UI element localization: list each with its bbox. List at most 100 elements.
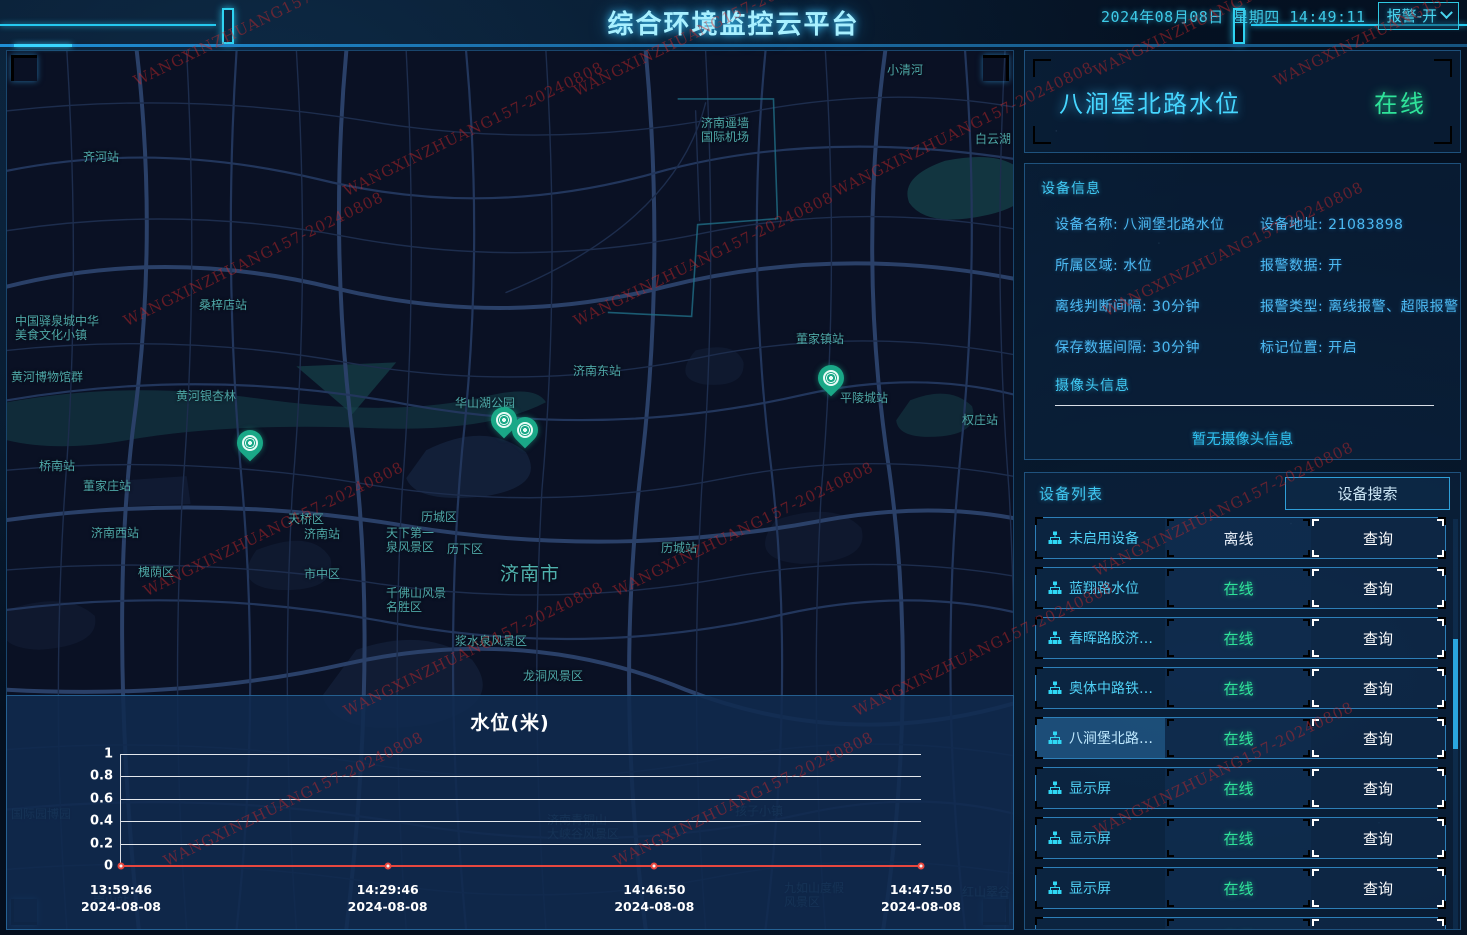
device-list-row[interactable]: 显示屏在线查询 — [1035, 767, 1446, 809]
map-device-marker[interactable] — [512, 417, 538, 451]
map-label: 历下区 — [447, 542, 483, 556]
row-corner-tl — [1035, 867, 1043, 875]
sitemap-icon — [1048, 531, 1062, 545]
device-list-row[interactable]: 春晖路胶济… 在线 查询 — [1035, 617, 1446, 659]
device-info-field: 报警数据: 开 — [1260, 255, 1459, 275]
device-row-name-cell[interactable]: 八涧堡北路… — [1036, 718, 1165, 758]
row-corner-bl — [1035, 801, 1043, 809]
device-list-title: 设备列表 — [1039, 483, 1103, 504]
selected-device-header: 八涧堡北路水位 在线 — [1024, 50, 1461, 153]
device-row-name-label: 显示屏 — [1069, 928, 1111, 930]
device-row-name-cell[interactable]: 显示屏 — [1036, 918, 1165, 930]
device-search-button[interactable]: 设备搜索 — [1285, 477, 1450, 510]
status-corner-tr — [1303, 569, 1310, 576]
device-row-name-cell[interactable]: 奥体中路铁… — [1036, 668, 1165, 708]
device-info-grid: 设备名称: 八涧堡北路水位设备地址: 21083898所属区域: 水位报警数据:… — [1041, 214, 1444, 357]
sensor-target-icon — [496, 412, 512, 428]
map-label: 济南市 — [500, 563, 560, 586]
device-row-query-button[interactable]: 查询 — [1311, 768, 1445, 808]
row-corner-br — [1438, 601, 1446, 609]
scrollbar-thumb[interactable] — [1453, 639, 1458, 749]
device-row-name-cell[interactable]: 春晖路胶济… — [1036, 618, 1165, 658]
device-list-row[interactable]: 显示屏在线查询 — [1035, 917, 1446, 930]
device-row-status-cell: 在线 — [1165, 618, 1311, 658]
device-row-query-button[interactable]: 查询 — [1311, 818, 1445, 858]
device-list-row[interactable]: 显示屏在线查询 — [1035, 867, 1446, 909]
status-badge: 在线 — [1223, 628, 1253, 649]
status-corner-tl — [1167, 569, 1174, 576]
sitemap-icon — [1048, 831, 1062, 845]
status-corner-tr — [1303, 519, 1310, 526]
device-list-row[interactable]: 八涧堡北路… 在线 查询 — [1035, 717, 1446, 759]
row-corner-tr — [1438, 617, 1446, 625]
status-corner-tl — [1167, 869, 1174, 876]
device-list-row[interactable]: 蓝翔路水位在线查询 — [1035, 567, 1446, 609]
map-label: 董家镇站 — [796, 332, 844, 346]
map-label: 黄河银杏林 — [176, 389, 236, 403]
chart-gridline — [121, 844, 921, 845]
alarm-mode-select[interactable]: 报警-开 — [1378, 2, 1459, 30]
chart-y-tick-label: 0 — [104, 859, 113, 874]
query-button-label: 查询 — [1363, 628, 1393, 649]
status-corner-tl — [1167, 919, 1174, 926]
device-row-name-cell[interactable]: 显示屏 — [1036, 818, 1165, 858]
device-list-panel: 设备列表 设备搜索 未启用设备离线查询蓝翔路水位在线查询春晖路胶济…在线查询奥体… — [1024, 472, 1461, 930]
device-row-query-button[interactable]: 查询 — [1311, 668, 1445, 708]
status-corner-tr — [1303, 669, 1310, 676]
status-badge: 离线 — [1223, 528, 1253, 549]
chart-gridline — [121, 799, 921, 800]
device-info-panel: 设备信息 设备名称: 八涧堡北路水位设备地址: 21083898所属区域: 水位… — [1024, 163, 1461, 460]
map-device-marker[interactable] — [237, 430, 263, 464]
device-list-row[interactable]: 奥体中路铁…在线查询 — [1035, 667, 1446, 709]
map-device-marker[interactable] — [818, 365, 844, 399]
selected-device-status: 在线 — [1374, 84, 1426, 119]
device-row-name-cell[interactable]: 显示屏 — [1036, 768, 1165, 808]
status-corner-br — [1303, 800, 1310, 807]
device-row-name-cell[interactable]: 未启用设备 — [1036, 518, 1165, 558]
query-button-label: 查询 — [1363, 878, 1393, 899]
status-corner-bl — [1167, 850, 1174, 857]
device-list-scrollbar[interactable] — [1453, 519, 1458, 929]
map-label: 白云湖 — [975, 132, 1011, 146]
query-button-label: 查询 — [1363, 578, 1393, 599]
device-row-name-label: 显示屏 — [1069, 778, 1111, 798]
sitemap-icon — [1048, 731, 1062, 745]
status-corner-br — [1303, 550, 1310, 557]
device-info-field: 报警类型: 离线报警、超限报警 — [1260, 296, 1459, 316]
chart-y-tick-label: 0.2 — [90, 836, 113, 851]
device-info-field: 所属区域: 水位 — [1055, 255, 1260, 275]
map-corner-top-left — [11, 55, 37, 81]
status-corner-tl — [1167, 769, 1174, 776]
chart-title: 水位(米) — [7, 708, 1013, 735]
chart-x-tick-label: 14:46:50 2024-08-08 — [614, 882, 694, 916]
row-corner-tl — [1035, 667, 1043, 675]
device-row-query-button[interactable]: 查询 — [1311, 568, 1445, 608]
map-label: 浆水泉风景区 — [455, 634, 527, 648]
device-row-query-button[interactable]: 查询 — [1311, 518, 1445, 558]
device-list-row[interactable]: 显示屏在线查询 — [1035, 817, 1446, 859]
map-label: 济南东站 — [573, 364, 621, 378]
status-corner-tr — [1303, 919, 1310, 926]
device-row-query-button[interactable]: 查询 — [1311, 918, 1445, 930]
device-row-name-cell[interactable]: 显示屏 — [1036, 868, 1165, 908]
status-badge: 在线 — [1223, 728, 1253, 749]
chart-series-line — [121, 865, 921, 867]
datetime-display: 2024年08月08日 星期四 14:49:11 — [1101, 6, 1366, 27]
device-row-name-label: 春晖路胶济… — [1069, 628, 1153, 648]
status-corner-tr — [1303, 869, 1310, 876]
chart-gridline — [121, 776, 921, 777]
device-list-scroll[interactable]: 未启用设备离线查询蓝翔路水位在线查询春晖路胶济…在线查询奥体中路铁…在线查询八涧… — [1025, 513, 1460, 930]
status-corner-bl — [1167, 550, 1174, 557]
selected-device-name: 八涧堡北路水位 — [1059, 84, 1241, 119]
device-row-name-cell[interactable]: 蓝翔路水位 — [1036, 568, 1165, 608]
device-list-row[interactable]: 未启用设备 离线 查询 — [1035, 517, 1446, 559]
device-list-header: 设备列表 设备搜索 — [1025, 473, 1460, 513]
map-label: 济南站 — [304, 527, 340, 541]
device-row-query-button[interactable]: 查询 — [1311, 618, 1445, 658]
action-corner-tl — [1312, 619, 1319, 626]
map-label: 中国驿泉城中华 美食文化小镇 — [15, 314, 99, 343]
device-row-query-button[interactable]: 查询 — [1311, 718, 1445, 758]
chart-x-tick-label: 14:47:50 2024-08-08 — [881, 882, 961, 916]
device-row-query-button[interactable]: 查询 — [1311, 868, 1445, 908]
chart-data-point — [918, 863, 925, 870]
